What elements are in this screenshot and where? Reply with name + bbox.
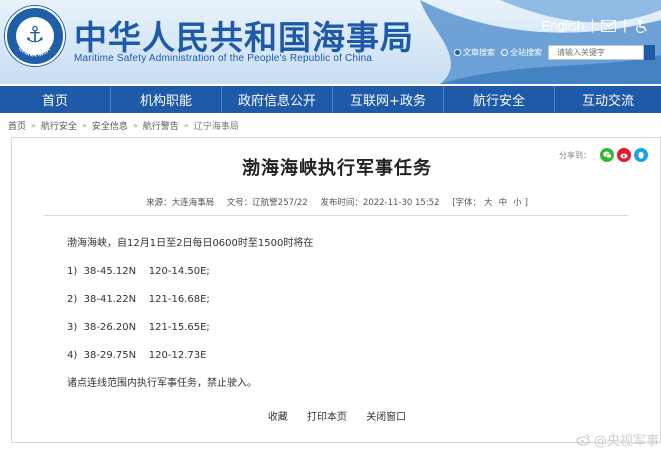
article-container: 分享到： 渤海海峡执行军事任务 来源：大连海事局 文号：辽航警257/22 发布… bbox=[11, 137, 661, 443]
radio-unselected-icon bbox=[501, 49, 508, 56]
coordinate-point-2: 2) 38-41.22N 121-16.68E; bbox=[67, 294, 210, 305]
article-conclusion: 诸点连线范围内执行军事任务，禁止驶入。 bbox=[67, 378, 257, 389]
search-option-article-label: 文章搜索 bbox=[463, 48, 495, 57]
coordinate-point-3: 3) 38-26.20N 121-15.65E; bbox=[67, 322, 210, 333]
article-source: 来源：大连海事局 bbox=[146, 198, 215, 208]
breadcrumb-nav-warnings[interactable]: 航行警告 bbox=[143, 119, 179, 132]
breadcrumb-separator: » bbox=[183, 121, 189, 130]
mail-icon[interactable] bbox=[601, 19, 617, 33]
font-size-label: [字体： bbox=[452, 198, 482, 208]
font-size-small[interactable]: 小 bbox=[513, 198, 522, 208]
breadcrumb-separator: » bbox=[81, 121, 87, 130]
anchor-icon: ⚓ bbox=[25, 23, 45, 48]
article-actions: 收藏 打印本页 关闭窗口 bbox=[12, 408, 661, 423]
logo-emblem: ⚓ bbox=[16, 17, 54, 55]
nav-item-gov-info[interactable]: 政府信息公开 bbox=[222, 86, 333, 113]
title-divider bbox=[44, 215, 628, 216]
article-intro: 渤海海峡，自12月1日至2日每日0600时至1500时将在 bbox=[67, 238, 314, 249]
top-link-separator: | bbox=[590, 18, 595, 33]
font-size-close: ] bbox=[524, 198, 528, 208]
nav-item-functions[interactable]: 机构职能 bbox=[111, 86, 222, 113]
watermark-text: @央视军事 bbox=[593, 434, 659, 449]
breadcrumb: 首页 » 航行安全 » 安全信息 » 航行警告 » 辽宁海事局 bbox=[8, 119, 239, 132]
breadcrumb-nav-safety[interactable]: 航行安全 bbox=[41, 119, 77, 132]
nav-item-interaction[interactable]: 互动交流 bbox=[555, 86, 661, 113]
font-size-control: [字体：大中小] bbox=[452, 198, 528, 208]
search-option-article[interactable]: 文章搜索 bbox=[454, 47, 495, 58]
font-size-large[interactable]: 大 bbox=[484, 198, 493, 208]
coordinate-point-1: 1) 38-45.12N 120-14.50E; bbox=[67, 266, 210, 277]
breadcrumb-home[interactable]: 首页 bbox=[8, 119, 26, 132]
breadcrumb-separator: » bbox=[31, 121, 36, 130]
search-button[interactable] bbox=[644, 45, 655, 60]
search-option-site-label: 全站搜索 bbox=[510, 48, 542, 57]
article-body: 渤海海峡，自12月1日至2日每日0600时至1500时将在 1) 38-45.1… bbox=[67, 230, 313, 398]
print-link[interactable]: 打印本页 bbox=[307, 412, 347, 423]
weibo-watermark-icon bbox=[576, 434, 590, 446]
accessibility-icon[interactable] bbox=[633, 18, 649, 33]
search-area: 文章搜索 全站搜索 bbox=[454, 45, 655, 60]
main-nav: 首页 机构职能 政府信息公开 互联网+政务 航行安全 互动交流 bbox=[0, 86, 661, 113]
breadcrumb-safety-info[interactable]: 安全信息 bbox=[92, 119, 128, 132]
top-links: English | | bbox=[542, 18, 649, 33]
article-meta: 来源：大连海事局 文号：辽航警257/22 发布时间：2022-11-30 15… bbox=[12, 196, 661, 208]
article-title: 渤海海峡执行军事任务 bbox=[242, 158, 432, 179]
search-input[interactable] bbox=[548, 45, 644, 60]
site-header: CHINA MSA ⚓ 中华人民共和国海事局 Maritime Safety A… bbox=[0, 0, 661, 84]
msa-logo[interactable]: CHINA MSA ⚓ bbox=[5, 6, 65, 66]
watermark: @央视军事 bbox=[576, 430, 659, 449]
collect-link[interactable]: 收藏 bbox=[268, 412, 288, 423]
close-window-link[interactable]: 关闭窗口 bbox=[366, 412, 406, 423]
coordinate-point-4: 4) 38-29.75N 120-12.73E bbox=[67, 350, 207, 361]
article-doc-number: 文号：辽航警257/22 bbox=[226, 198, 308, 208]
nav-item-home[interactable]: 首页 bbox=[0, 86, 111, 113]
search-option-site[interactable]: 全站搜索 bbox=[501, 47, 542, 58]
article-published-time: 发布时间：2022-11-30 15:52 bbox=[320, 198, 440, 208]
site-title-cn: 中华人民共和国海事局 bbox=[74, 18, 414, 57]
site-title-en: Maritime Safety Administration of the Pe… bbox=[74, 53, 373, 64]
english-link[interactable]: English bbox=[542, 18, 585, 33]
breadcrumb-separator: » bbox=[132, 121, 138, 130]
top-link-separator-2: | bbox=[622, 18, 627, 33]
radio-selected-icon bbox=[454, 49, 461, 56]
font-size-medium[interactable]: 中 bbox=[499, 198, 508, 208]
breadcrumb-liaoning-msa[interactable]: 辽宁海事局 bbox=[194, 119, 239, 132]
nav-item-nav-safety[interactable]: 航行安全 bbox=[444, 86, 555, 113]
nav-item-egov[interactable]: 互联网+政务 bbox=[333, 86, 444, 113]
